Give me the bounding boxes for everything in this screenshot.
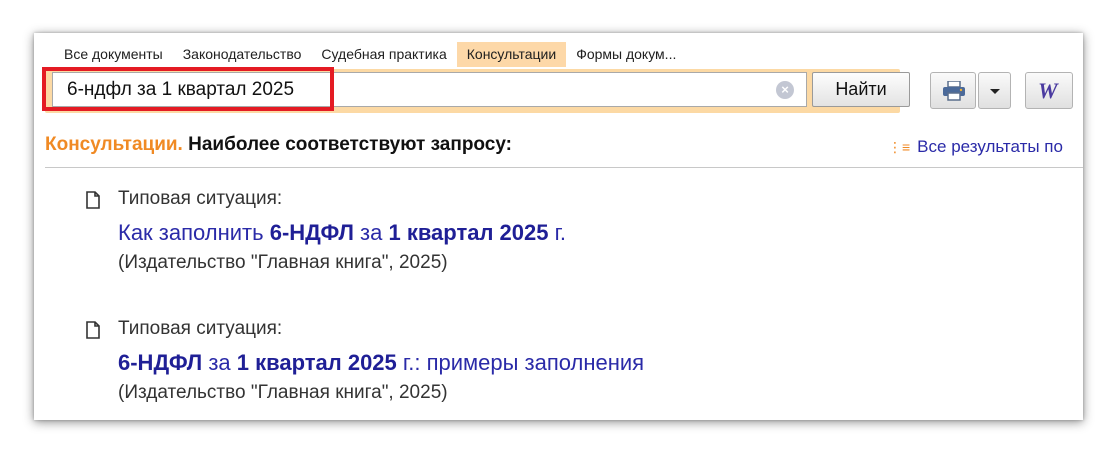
result-type: Типовая ситуация: bbox=[118, 318, 283, 339]
title-part-bold: 1 квартал 2025 bbox=[388, 220, 549, 245]
result-item: Типовая ситуация: 6-НДФЛ за 1 квартал 20… bbox=[86, 318, 786, 408]
all-results-label: Все результаты по bbox=[917, 137, 1063, 156]
title-part-bold: 6-НДФЛ bbox=[269, 220, 354, 245]
title-part-bold: 6-НДФЛ bbox=[118, 350, 203, 375]
tree-list-icon: ⋮≡ bbox=[888, 139, 911, 155]
title-part-bold: 1 квартал 2025 bbox=[236, 350, 397, 375]
result-title-link[interactable]: Как заполнить 6-НДФЛ за 1 квартал 2025 г… bbox=[118, 220, 566, 246]
title-part: за bbox=[202, 350, 237, 375]
clear-icon[interactable]: × bbox=[776, 81, 794, 99]
title-part: г.: примеры заполнения bbox=[396, 350, 645, 375]
result-source: (Издательство "Главная книга", 2025) bbox=[118, 382, 448, 403]
all-results-link[interactable]: ⋮≡ Все результаты по bbox=[888, 137, 1063, 157]
search-tabs: Все документы Законодательство Судебная … bbox=[54, 42, 686, 67]
result-type: Типовая ситуация: bbox=[118, 188, 283, 209]
search-input[interactable] bbox=[67, 79, 757, 101]
document-icon bbox=[86, 321, 100, 339]
app-window: Все документы Законодательство Судебная … bbox=[34, 33, 1083, 420]
word-icon: W bbox=[1038, 78, 1058, 103]
tab-court-practice[interactable]: Судебная практика bbox=[311, 42, 456, 67]
divider bbox=[45, 167, 1083, 168]
export-word-button[interactable]: W bbox=[1025, 72, 1073, 109]
tab-legislation[interactable]: Законодательство bbox=[173, 42, 312, 67]
chevron-down-icon bbox=[990, 89, 1000, 94]
print-options-dropdown[interactable] bbox=[978, 72, 1011, 109]
printer-icon bbox=[943, 81, 965, 101]
heading-category: Консультации. bbox=[45, 134, 183, 155]
result-source: (Издательство "Главная книга", 2025) bbox=[118, 252, 448, 273]
print-button[interactable] bbox=[930, 72, 976, 109]
result-title-link[interactable]: 6-НДФЛ за 1 квартал 2025 г.: примеры зап… bbox=[118, 350, 644, 376]
title-part: Как заполнить bbox=[118, 220, 270, 245]
tab-document-forms[interactable]: Формы докум... bbox=[566, 42, 686, 67]
title-part: за bbox=[353, 220, 389, 245]
results-heading: Консультации. Наиболее соответствуют зап… bbox=[45, 134, 512, 156]
search-box: × bbox=[52, 72, 807, 107]
tab-all-documents[interactable]: Все документы bbox=[54, 42, 173, 67]
heading-description: Наиболее соответствуют запросу: bbox=[188, 134, 512, 155]
find-button[interactable]: Найти bbox=[812, 72, 910, 107]
document-icon bbox=[86, 191, 100, 209]
search-bar: × Найти bbox=[42, 67, 910, 113]
tab-consultations[interactable]: Консультации bbox=[456, 42, 567, 67]
result-item: Типовая ситуация: Как заполнить 6-НДФЛ з… bbox=[86, 188, 786, 278]
title-part: г. bbox=[548, 220, 567, 245]
